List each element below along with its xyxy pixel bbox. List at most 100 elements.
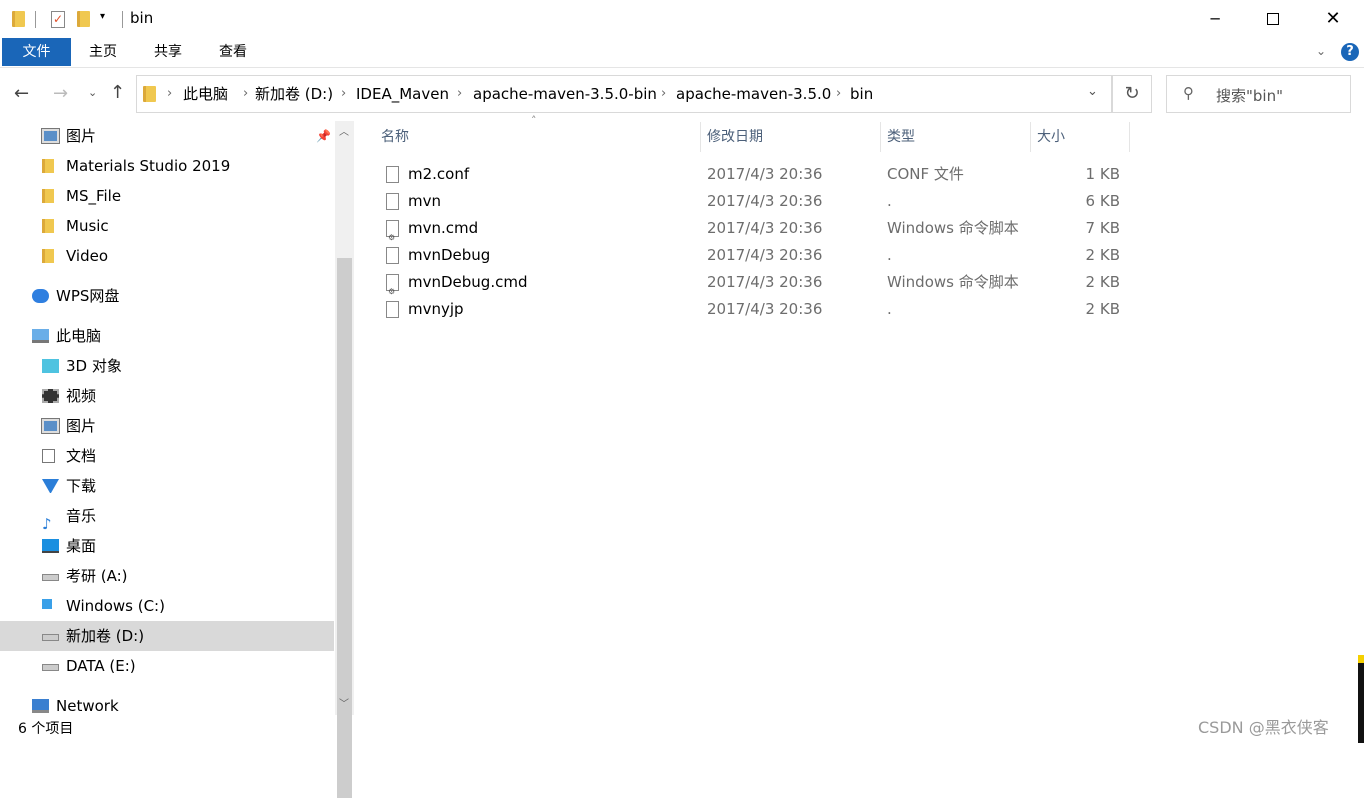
file-row[interactable]: mvn 2017/4/3 20:36 . 6 KB — [380, 188, 1130, 215]
nav-item[interactable]: 考研 (A:) — [0, 561, 334, 591]
nav-item[interactable]: 下载 — [0, 471, 334, 501]
help-icon[interactable]: ? — [1341, 43, 1359, 61]
file-type: CONF 文件 — [887, 165, 964, 183]
desktop-icon — [42, 539, 59, 553]
tab-file[interactable]: 文件 — [2, 38, 71, 66]
folder-icon — [42, 159, 54, 173]
column-date[interactable]: 修改日期 — [707, 122, 763, 152]
file-name: mvn — [408, 192, 441, 210]
file-name: m2.conf — [408, 165, 470, 183]
nav-item-label: Windows (C:) — [66, 597, 165, 615]
nav-item[interactable]: MS_File — [0, 181, 334, 211]
file-name: mvn.cmd — [408, 219, 479, 237]
new-folder-icon[interactable] — [77, 11, 90, 27]
nav-item[interactable]: ♪ 音乐 — [0, 501, 334, 533]
address-dropdown-icon[interactable]: ⌄ — [1087, 84, 1098, 99]
tab-home[interactable]: 主页 — [78, 38, 128, 66]
nav-item[interactable]: Materials Studio 2019 — [0, 151, 334, 181]
nav-item[interactable]: 3D 对象 — [0, 351, 334, 381]
nav-item[interactable]: 新加卷 (D:) — [0, 621, 334, 651]
maximize-button[interactable] — [1258, 6, 1288, 32]
tab-share[interactable]: 共享 — [143, 38, 193, 66]
file-row[interactable]: mvnyjp 2017/4/3 20:36 . 2 KB — [380, 296, 1130, 323]
file-name: mvnDebug — [408, 246, 491, 264]
file-date: 2017/4/3 20:36 — [707, 192, 823, 210]
file-size: 2 KB — [1085, 300, 1120, 318]
back-button[interactable]: ← — [14, 83, 29, 104]
address-bar[interactable]: › 此电脑 › 新加卷 (D:) › IDEA_Maven › apache-m… — [136, 75, 1112, 113]
nav-item[interactable]: WPS网盘 — [0, 281, 334, 311]
download-icon — [42, 479, 59, 493]
column-type[interactable]: 类型 — [887, 122, 915, 152]
file-row[interactable]: mvnDebug 2017/4/3 20:36 . 2 KB — [380, 242, 1130, 269]
drive-icon — [42, 634, 59, 641]
title-bar: ✓ ▾ bin ─ ✕ — [0, 0, 1364, 38]
divider — [122, 11, 123, 28]
nav-item-label: 3D 对象 — [66, 357, 122, 375]
nav-item[interactable]: Video — [0, 241, 334, 271]
nav-item[interactable]: 此电脑 — [0, 321, 334, 351]
recent-locations-button[interactable]: ⌄ — [88, 86, 97, 99]
file-row[interactable]: ⚙ mvnDebug.cmd 2017/4/3 20:36 Windows 命令… — [380, 269, 1130, 296]
nav-item[interactable]: Music — [0, 211, 334, 241]
nav-item-label: 视频 — [66, 387, 97, 405]
nav-item[interactable]: 图片 — [0, 411, 334, 441]
pictures-icon — [41, 128, 60, 144]
nav-item[interactable]: 文档 — [0, 441, 334, 471]
nav-item-label: 此电脑 — [56, 327, 102, 345]
folder-icon — [42, 189, 54, 203]
expand-ribbon-icon[interactable]: ⌄ — [1316, 44, 1326, 58]
nav-item[interactable]: Windows (C:) — [0, 591, 334, 621]
nav-item-label: 音乐 — [66, 507, 97, 525]
nav-item[interactable]: 图片 📌 — [0, 121, 334, 151]
breadcrumb-item[interactable]: apache-maven-3.5.0 — [676, 76, 831, 112]
nav-item[interactable]: 桌面 — [0, 531, 334, 561]
file-type: . — [887, 246, 892, 264]
status-item-count: 6 个项目 — [18, 721, 74, 737]
file-row[interactable]: ⚙ mvn.cmd 2017/4/3 20:36 Windows 命令脚本 7 … — [380, 215, 1130, 242]
search-box[interactable]: ⚲ 搜索"bin" — [1166, 75, 1351, 113]
breadcrumb-item[interactable]: apache-maven-3.5.0-bin — [473, 76, 657, 112]
cloud-icon — [32, 289, 49, 303]
file-icon — [386, 193, 399, 210]
breadcrumb-item[interactable]: IDEA_Maven — [356, 76, 449, 112]
music-icon: ♪ — [42, 515, 52, 533]
nav-scrollbar[interactable]: ︿ ﹀ — [335, 121, 354, 798]
properties-icon[interactable]: ✓ — [51, 11, 65, 28]
nav-item[interactable]: 视频 — [0, 381, 334, 411]
breadcrumb-item[interactable]: 新加卷 (D:) — [255, 76, 333, 112]
file-row[interactable]: m2.conf 2017/4/3 20:36 CONF 文件 1 KB — [380, 161, 1130, 188]
refresh-button[interactable]: ↻ — [1112, 75, 1152, 113]
file-size: 1 KB — [1085, 165, 1120, 183]
close-button[interactable]: ✕ — [1318, 4, 1348, 34]
nav-item-label: 新加卷 (D:) — [66, 627, 145, 645]
nav-item-label: DATA (E:) — [66, 657, 136, 675]
file-type: . — [887, 300, 892, 318]
tab-view[interactable]: 查看 — [208, 38, 258, 66]
forward-button[interactable]: → — [53, 83, 68, 104]
nav-item[interactable]: DATA (E:) — [0, 651, 334, 681]
script-icon: ⚙ — [386, 220, 399, 242]
breadcrumb-item[interactable]: bin — [850, 76, 873, 112]
customize-toolbar-icon[interactable]: ▾ — [100, 11, 105, 22]
file-date: 2017/4/3 20:36 — [707, 273, 823, 291]
document-icon — [42, 449, 55, 463]
nav-item[interactable]: Network — [0, 691, 334, 715]
pin-icon[interactable]: 📌 — [316, 121, 331, 151]
nav-item-label: Materials Studio 2019 — [66, 157, 231, 175]
nav-item-label: Network — [56, 697, 119, 715]
file-type: . — [887, 192, 892, 210]
column-name[interactable]: 名称 — [381, 122, 409, 152]
file-icon — [386, 247, 399, 264]
window-edge — [1358, 655, 1364, 743]
up-button[interactable]: ↑ — [110, 82, 125, 103]
column-size[interactable]: 大小 — [1037, 122, 1065, 152]
search-input[interactable]: 搜索"bin" — [1216, 85, 1283, 106]
breadcrumb-item[interactable]: 此电脑 — [183, 76, 228, 112]
sort-ascending-icon: ˄ — [531, 114, 537, 127]
minimize-button[interactable]: ─ — [1200, 4, 1230, 34]
scrollbar-thumb[interactable] — [337, 258, 352, 798]
script-icon: ⚙ — [386, 274, 399, 296]
nav-item-label: 考研 (A:) — [66, 567, 128, 585]
navigation-pane: 图片 📌 Materials Studio 2019 MS_File Music Vide… — [0, 121, 334, 715]
